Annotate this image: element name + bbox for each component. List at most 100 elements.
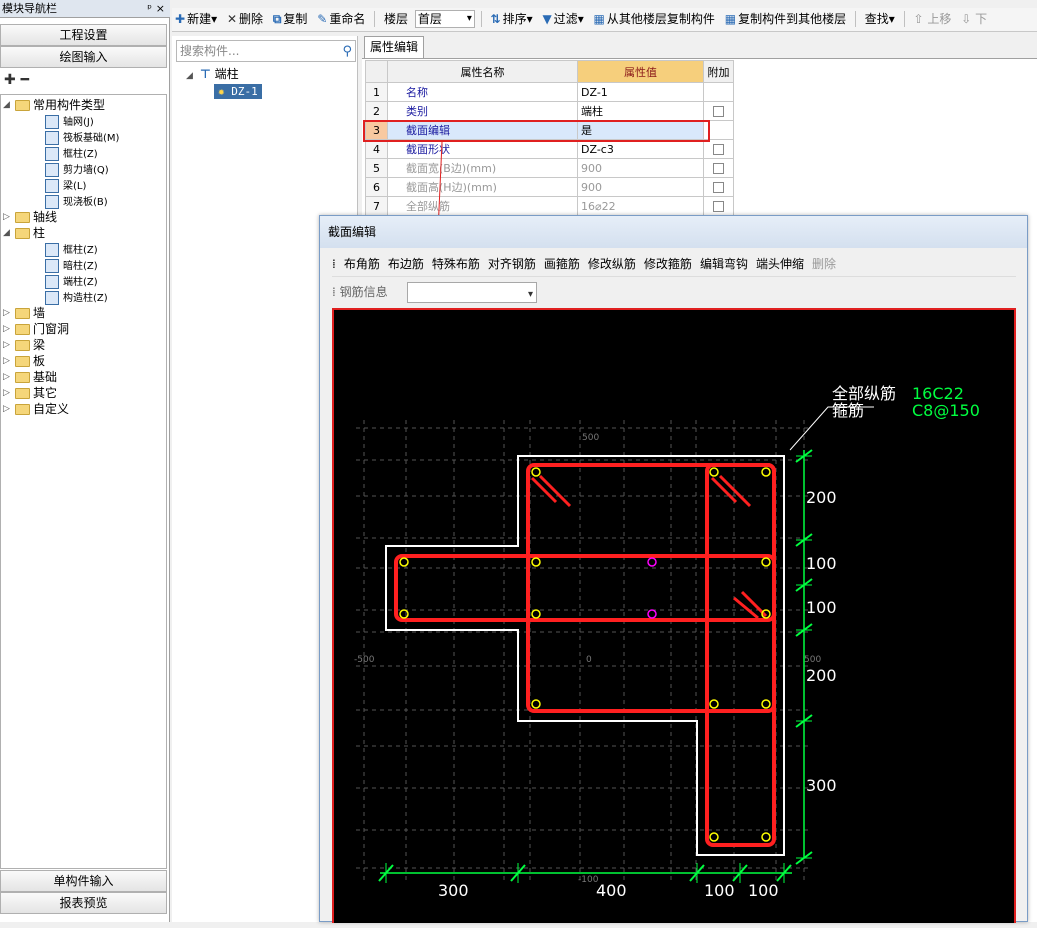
tree-item[interactable]: ◢ 柱 [3, 225, 45, 241]
property-value[interactable]: 16⌀22 [577, 196, 704, 216]
dialog-tool-button[interactable]: 修改箍筋 [644, 257, 692, 271]
tree-item[interactable]: ▷ 板 [3, 353, 45, 369]
tree-item[interactable]: 轴网(J) [45, 113, 94, 129]
property-value[interactable]: 端柱 [577, 101, 704, 121]
tree-item[interactable]: ◢ 常用构件类型 [3, 97, 105, 113]
attach-checkbox[interactable] [713, 163, 724, 174]
property-value[interactable]: 900 [577, 158, 704, 178]
tree-item[interactable]: 梁(L) [45, 177, 86, 193]
expand-icon[interactable]: ▷ [3, 401, 13, 417]
dialog-tool-button[interactable]: 修改纵筋 [588, 257, 636, 271]
header-name: 属性名称 [387, 60, 578, 83]
floor-select[interactable]: 首层 [414, 10, 475, 28]
tree-item-label: 门窗洞 [33, 322, 70, 336]
tree-item[interactable]: 筏板基础(M) [45, 129, 119, 145]
tree-item[interactable]: ▷ 自定义 [3, 401, 69, 417]
expand-icon[interactable]: ▷ [3, 369, 13, 385]
copy-from-floor-button[interactable]: ▦ 从其他楼层复制构件 [591, 8, 718, 30]
section-drawing: 500-500 0 500-100200100100200300300 400 100 1… [354, 384, 980, 900]
property-row[interactable]: 1 名称 DZ-1 [365, 82, 734, 102]
search-input[interactable]: 搜索构件... ⚲ [176, 40, 356, 62]
property-row[interactable]: 6 截面高(H边)(mm) 900 [365, 177, 734, 197]
delete-button[interactable]: ✕ 删除 [224, 8, 266, 30]
property-value[interactable]: 900 [577, 177, 704, 197]
property-value[interactable]: DZ-1 [577, 82, 704, 102]
dialog-tool-button[interactable]: 对齐钢筋 [488, 257, 536, 271]
drawing-input-button[interactable]: 绘图输入 [0, 46, 167, 68]
dialog-title: 截面编辑 [320, 216, 1027, 248]
copy-button[interactable]: ⧉ 复制 [270, 8, 311, 30]
expand-icon[interactable]: ▷ [3, 385, 13, 401]
dialog-tool-button[interactable]: 布角筋 [344, 257, 380, 271]
sort-button[interactable]: ⇅ 排序▾ [488, 8, 536, 30]
new-button[interactable]: ✚ 新建▾ [172, 8, 220, 30]
folder-icon [15, 324, 30, 335]
attach-checkbox[interactable] [713, 201, 724, 212]
tree-item[interactable]: 剪力墙(Q) [45, 161, 109, 177]
tree-item[interactable]: ▷ 门窗洞 [3, 321, 70, 337]
dialog-tool-button[interactable]: 布边筋 [388, 257, 424, 271]
copy-label: 复制 [283, 12, 308, 26]
dialog-tool-button[interactable]: 编辑弯钩 [700, 257, 748, 271]
tab-property-edit[interactable]: 属性编辑 [364, 36, 424, 58]
nav-title: 模块导航栏 ᵖ × [0, 0, 170, 18]
expand-icon[interactable]: ▷ [3, 321, 13, 337]
dialog-tool-button[interactable]: 特殊布筋 [432, 257, 480, 271]
folder-icon [15, 308, 30, 319]
expand-icon[interactable]: ▷ [3, 305, 13, 321]
row-index: 7 [365, 196, 388, 216]
find-button[interactable]: 查找▾ [862, 8, 898, 30]
tree-item-label: 现浇板(B) [63, 197, 108, 208]
close-icon[interactable]: × [156, 0, 165, 17]
project-settings-button[interactable]: 工程设置 [0, 24, 167, 46]
dialog-tool-button[interactable]: 端头伸缩 [756, 257, 804, 271]
pin-icon[interactable]: ᵖ [147, 0, 152, 17]
property-name: 截面高(H边)(mm) [387, 177, 578, 197]
tree-item-label: 基础 [33, 370, 58, 384]
collapse-icon[interactable]: ◢ [3, 225, 13, 241]
comp-item-selected[interactable]: ✹ DZ-1 [214, 84, 262, 99]
collapse-icon[interactable]: ◢ [3, 97, 13, 113]
tree-item[interactable]: 框柱(Z) [45, 241, 98, 257]
move-down-button[interactable]: ⇩ 下 [958, 8, 990, 30]
rebar-info-select[interactable] [407, 282, 537, 307]
dialog-tool-button[interactable]: 删除 [812, 257, 836, 271]
move-up-button[interactable]: ⇧ 上移 [910, 8, 954, 30]
expand-icon[interactable]: ▷ [3, 353, 13, 369]
rename-button[interactable]: ✎ 重命名 [314, 8, 368, 30]
search-placeholder: 搜索构件... [180, 44, 240, 58]
comp-tree-root[interactable]: ◢ ⊤ 端柱 [186, 66, 239, 84]
attach-checkbox[interactable] [713, 106, 724, 117]
attach-checkbox[interactable] [713, 144, 724, 155]
collapse-icon[interactable]: ◢ [186, 68, 196, 84]
attach-checkbox[interactable] [713, 182, 724, 193]
section-canvas[interactable]: 500 -500 0 500 -100 200 100 100 200 300 300 400 100 1… [332, 308, 1016, 923]
dialog-tool-button[interactable]: 画箍筋 [544, 257, 580, 271]
expand-icon[interactable]: ▷ [3, 337, 13, 353]
dim-v-label: 200 [806, 666, 837, 685]
expand-icon[interactable]: ▷ [3, 209, 13, 225]
tree-item[interactable]: 暗柱(Z) [45, 257, 98, 273]
tree-item[interactable]: ▷ 墙 [3, 305, 45, 321]
tree-item[interactable]: 现浇板(B) [45, 193, 108, 209]
report-preview-button[interactable]: 报表预览 [0, 892, 167, 914]
tree-item[interactable]: 端柱(Z) [45, 273, 98, 289]
tree-item[interactable]: ▷ 梁 [3, 337, 45, 353]
expand-collapse-icons[interactable]: ✚ ━ [4, 72, 29, 88]
new-label: 新建 [187, 12, 212, 26]
copy-to-floor-button[interactable]: ▦ 复制构件到其他楼层 [722, 8, 849, 30]
property-row[interactable]: 5 截面宽(B边)(mm) 900 [365, 158, 734, 178]
property-row[interactable]: 7 全部纵筋 16⌀22 [365, 196, 734, 216]
tree-item[interactable]: ▷ 其它 [3, 385, 57, 401]
single-input-button[interactable]: 单构件输入 [0, 870, 167, 892]
property-value[interactable]: DZ-c3 [577, 139, 704, 159]
filter-button[interactable]: ▼ 过滤▾ [539, 8, 586, 30]
tree-item[interactable]: 框柱(Z) [45, 145, 98, 161]
tree-item[interactable]: ▷ 轴线 [3, 209, 57, 225]
find-label: 查找 [864, 12, 889, 26]
property-row[interactable]: 2 类别 端柱 [365, 101, 734, 121]
tree-item[interactable]: ▷ 基础 [3, 369, 58, 385]
property-row[interactable]: 4 截面形状 DZ-c3 [365, 139, 734, 159]
search-icon[interactable]: ⚲ [342, 42, 352, 62]
tree-item[interactable]: 构造柱(Z) [45, 289, 108, 305]
